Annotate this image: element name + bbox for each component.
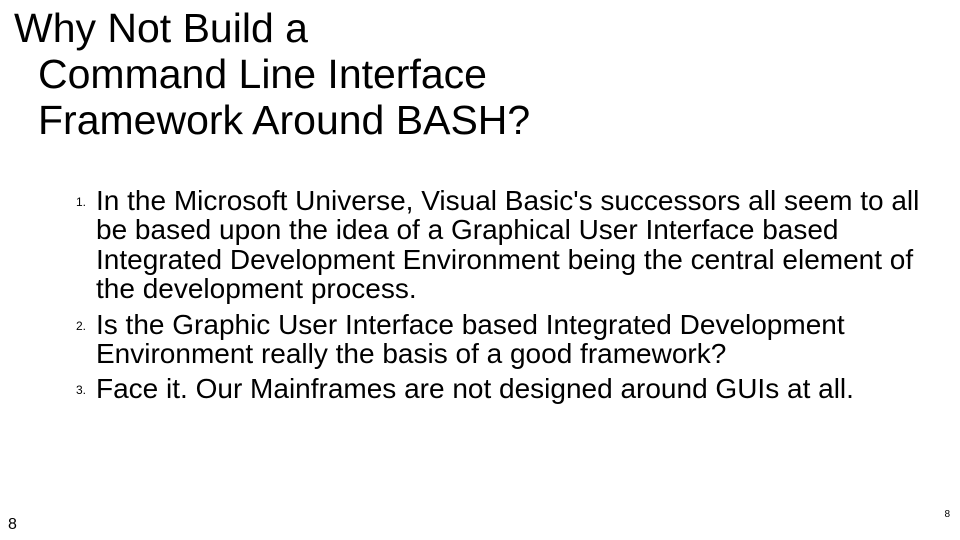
- point-text: Face it. Our Mainframes are not designed…: [96, 373, 854, 404]
- slide-body: In the Microsoft Universe, Visual Basic'…: [58, 186, 940, 410]
- slide-title: Why Not Build a Command Line Interface F…: [14, 6, 940, 144]
- list-item: Is the Graphic User Interface based Inte…: [58, 310, 940, 369]
- point-text: Is the Graphic User Interface based Inte…: [96, 309, 845, 369]
- title-line-1: Why Not Build a: [14, 5, 308, 51]
- list-item: Face it. Our Mainframes are not designed…: [58, 374, 940, 403]
- slide: Why Not Build a Command Line Interface F…: [0, 0, 960, 540]
- point-text: In the Microsoft Universe, Visual Basic'…: [96, 185, 919, 304]
- page-number-left: 8: [8, 516, 17, 534]
- points-list: In the Microsoft Universe, Visual Basic'…: [58, 186, 940, 404]
- list-item: In the Microsoft Universe, Visual Basic'…: [58, 186, 940, 304]
- title-line-3: Framework Around BASH?: [14, 98, 940, 144]
- title-line-2: Command Line Interface: [14, 52, 940, 98]
- page-number-right: 8: [944, 509, 950, 520]
